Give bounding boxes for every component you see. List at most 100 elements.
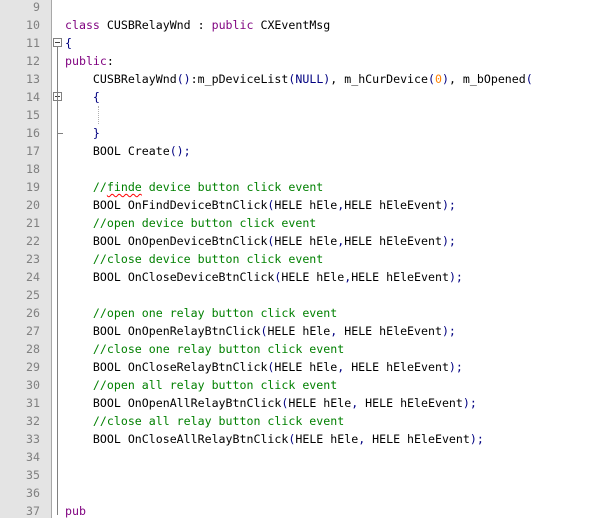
comment-token: //close all relay button click event	[65, 414, 345, 428]
code-line[interactable]: 33 BOOL OnCloseAllRelayBtnClick(HELE hEl…	[0, 430, 602, 448]
code-line[interactable]: 23 //close device button click event	[0, 250, 602, 268]
code-line[interactable]: 11 {	[0, 34, 602, 52]
code-line[interactable]: 13 CUSBRelayWnd():m_pDeviceList(NULL), m…	[0, 70, 602, 88]
code-line[interactable]: 9	[0, 0, 602, 16]
code-text[interactable]: {	[65, 34, 72, 52]
code-line[interactable]: 28 //close one relay button click event	[0, 340, 602, 358]
code-token: :m_pDeviceList	[190, 72, 289, 86]
line-number: 31	[26, 396, 40, 410]
code-token: HELE hEleEvent	[365, 432, 470, 446]
keyword-token: public	[65, 54, 107, 68]
code-text[interactable]: //close one relay button click event	[65, 340, 344, 358]
code-token: , m_hCurDevice	[330, 72, 429, 86]
code-line[interactable]: 30 //open all relay button click event	[0, 376, 602, 394]
code-text[interactable]: BOOL OnOpenAllRelayBtnClick(HELE hEle, H…	[65, 394, 477, 412]
line-number: 34	[26, 450, 40, 464]
code-line[interactable]: 19 //finde device button click event	[0, 178, 602, 196]
code-line[interactable]: 37 pub	[0, 502, 602, 520]
code-line[interactable]: 20 BOOL OnFindDeviceBtnClick(HELE hEle,H…	[0, 196, 602, 214]
code-token: );	[441, 198, 456, 212]
code-text[interactable]: BOOL OnCloseAllRelayBtnClick(HELE hEle, …	[65, 430, 484, 448]
code-line[interactable]: 29 BOOL OnCloseRelayBtnClick(HELE hEle, …	[0, 358, 602, 376]
comment-token: //open all relay button click event	[65, 378, 338, 392]
line-number: 21	[26, 216, 40, 230]
code-line[interactable]: 22 BOOL OnOpenDeviceBtnClick(HELE hEle,H…	[0, 232, 602, 250]
code-line[interactable]: 32 //close all relay button click event	[0, 412, 602, 430]
line-number: 17	[26, 144, 40, 158]
code-token: HELE hEle	[281, 270, 345, 284]
line-number: 32	[26, 414, 40, 428]
code-text[interactable]: //close device button click event	[65, 250, 323, 268]
code-token: CUSBRelayWnd :	[99, 18, 212, 32]
code-text[interactable]: //open one relay button click event	[65, 304, 337, 322]
comment-token: //open one relay button click event	[65, 306, 338, 320]
code-token: BOOL OnCloseDeviceBtnClick	[65, 270, 275, 284]
code-token: );	[448, 360, 463, 374]
line-number: 14	[26, 90, 40, 104]
code-line[interactable]: 15	[0, 106, 602, 124]
line-number: 24	[26, 270, 40, 284]
code-token: BOOL OnOpenDeviceBtnClick	[65, 234, 268, 248]
comment-token: //close one relay button click event	[65, 342, 345, 356]
code-line[interactable]: 26 //open one relay button click event	[0, 304, 602, 322]
code-text[interactable]: class CUSBRelayWnd : public CXEventMsg	[65, 16, 330, 34]
line-number: 33	[26, 432, 40, 446]
code-token: HELE hEleEvent	[344, 234, 442, 248]
code-text[interactable]: {	[65, 88, 100, 106]
code-token: );	[441, 324, 456, 338]
code-text[interactable]: BOOL OnFindDeviceBtnClick(HELE hEle,HELE…	[65, 196, 456, 214]
code-line[interactable]: 17 BOOL Create();	[0, 142, 602, 160]
line-number: 10	[26, 18, 40, 32]
code-token: BOOL Create	[65, 144, 170, 158]
line-number: 11	[26, 36, 40, 50]
code-text[interactable]: public:	[65, 52, 114, 70]
code-line[interactable]: 12 public:	[0, 52, 602, 70]
code-line[interactable]: 25	[0, 286, 602, 304]
code-token: CXEventMsg	[253, 18, 331, 32]
code-line[interactable]: 34	[0, 448, 602, 466]
code-token: BOOL OnCloseAllRelayBtnClick	[65, 432, 289, 446]
code-text[interactable]: //open device button click event	[65, 214, 316, 232]
code-line[interactable]: 27 BOOL OnOpenRelayBtnClick(HELE hEle, H…	[0, 322, 602, 340]
code-line[interactable]: 24 BOOL OnCloseDeviceBtnClick(HELE hEle,…	[0, 268, 602, 286]
line-number: 30	[26, 378, 40, 392]
code-line[interactable]: 35	[0, 466, 602, 484]
code-text[interactable]: BOOL OnOpenRelayBtnClick(HELE hEle, HELE…	[65, 322, 456, 340]
code-text[interactable]: }	[65, 124, 100, 142]
keyword-token: class	[65, 18, 100, 32]
code-token: :	[106, 54, 114, 68]
code-line[interactable]: 10 class CUSBRelayWnd : public CXEventMsg	[0, 16, 602, 34]
code-line[interactable]: 21 //open device button click event	[0, 214, 602, 232]
code-text[interactable]: pub	[65, 502, 86, 520]
code-text[interactable]: //finde device button click event	[65, 178, 323, 196]
code-text[interactable]: CUSBRelayWnd():m_pDeviceList (NULL) , m_hC…	[65, 70, 533, 88]
code-line[interactable]: 18	[0, 160, 602, 178]
fold-toggle-icon[interactable]	[53, 38, 62, 47]
comment-token: //	[65, 180, 107, 194]
line-number: 36	[26, 486, 40, 500]
code-text[interactable]: BOOL Create();	[65, 142, 191, 160]
code-editor[interactable]: 9 10 class CUSBRelayWnd : public CXEventMs…	[0, 0, 602, 518]
keyword-token: public	[211, 18, 254, 32]
code-line[interactable]: 36	[0, 484, 602, 502]
code-token: HELE hEleEvent	[344, 198, 442, 212]
code-text[interactable]: //close all relay button click event	[65, 412, 344, 430]
code-line[interactable]: 14 {	[0, 88, 602, 106]
line-number: 26	[26, 306, 40, 320]
code-line[interactable]: 31 BOOL OnOpenAllRelayBtnClick(HELE hEle…	[0, 394, 602, 412]
code-token: HELE hEle	[295, 432, 359, 446]
code-text[interactable]: BOOL OnOpenDeviceBtnClick(HELE hEle,HELE…	[65, 232, 456, 250]
code-token: ()	[176, 72, 191, 86]
code-token: NULL	[295, 72, 324, 86]
code-text[interactable]: BOOL OnCloseRelayBtnClick(HELE hEle, HEL…	[65, 358, 463, 376]
comment-token: //open device button click event	[65, 216, 317, 230]
keyword-token: pub	[65, 504, 86, 518]
number-token: 0	[435, 72, 442, 86]
code-token: );	[441, 234, 456, 248]
code-line[interactable]: 16 }	[0, 124, 602, 142]
code-token: HELE hEleEvent	[337, 324, 442, 338]
code-text[interactable]: BOOL OnCloseDeviceBtnClick(HELE hEle,HEL…	[65, 268, 463, 286]
code-token: HELE hEle	[288, 396, 352, 410]
code-text[interactable]: //open all relay button click event	[65, 376, 337, 394]
